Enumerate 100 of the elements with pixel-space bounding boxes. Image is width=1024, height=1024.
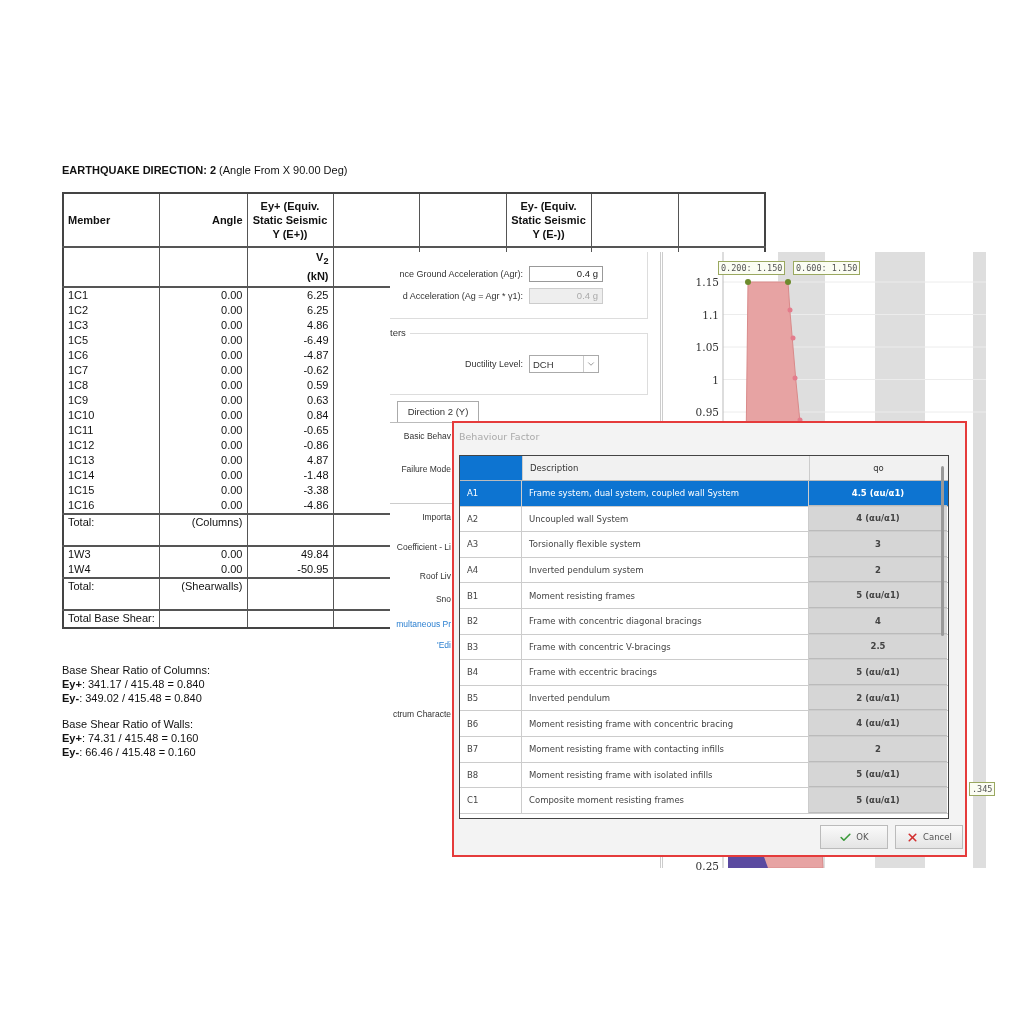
base-shear-label: Total Base Shear: bbox=[68, 612, 155, 624]
field-label: Ductility Level: bbox=[463, 358, 523, 370]
qo-cell: 2 (αu/α1) bbox=[856, 692, 900, 703]
code-cell: A2 bbox=[467, 513, 479, 524]
data-point bbox=[792, 375, 798, 381]
member-cell: 1W3 bbox=[68, 548, 91, 560]
grid-row[interactable]: B8 Moment resisting frame with isolated infills 5 (αu/α1) bbox=[460, 762, 948, 789]
angle-cell: 0.00 bbox=[221, 454, 243, 466]
shear-cell: 4.87 bbox=[307, 454, 329, 466]
qo-cell: 5 (αu/α1) bbox=[856, 666, 900, 677]
data-point bbox=[790, 335, 796, 341]
grid-row[interactable]: B3 Frame with concentric V-bracings 2.5 bbox=[460, 634, 948, 661]
field-label: Basic Behav bbox=[402, 430, 451, 443]
code-cell: B7 bbox=[467, 744, 479, 755]
input-field[interactable]: 0.4 g bbox=[529, 266, 603, 282]
field-label: ctrum Characte bbox=[391, 708, 451, 721]
group-label: ters bbox=[390, 327, 410, 338]
column-header: Ey- (Equiv. Static Seismic Y (E-)) bbox=[506, 193, 591, 247]
qo-cell: 5 (αu/α1) bbox=[856, 794, 900, 805]
member-cell: 1C16 bbox=[68, 499, 95, 511]
point-label: .345 bbox=[969, 782, 996, 796]
grid-row[interactable]: B6 Moment resisting frame with concentric bracing 4 (αu/α1) bbox=[460, 711, 948, 737]
axis-tick-label: 1.05 bbox=[695, 341, 719, 353]
ductility-dropdown[interactable]: DCH bbox=[529, 355, 599, 373]
description-cell: Moment resisting frame with concentric bracing bbox=[529, 718, 734, 729]
grid-row[interactable]: B4 Frame with eccentric bracings 5 (αu/α1) bbox=[460, 660, 948, 686]
description-cell: Uncoupled wall System bbox=[529, 513, 629, 524]
shear-cell: 49.84 bbox=[300, 548, 329, 560]
shear-cell: 6.25 bbox=[307, 289, 329, 301]
shear-cell: -4.86 bbox=[303, 499, 329, 511]
grid-row[interactable]: A2 Uncoupled wall System 4 (αu/α1) bbox=[460, 506, 948, 533]
code-cell: A1 bbox=[467, 488, 479, 499]
qo-cell: 3 bbox=[875, 539, 881, 549]
link[interactable]: multaneous Pr bbox=[390, 610, 451, 638]
code-cell: B6 bbox=[467, 718, 479, 729]
angle-cell: 0.00 bbox=[221, 548, 243, 560]
column-header: Description bbox=[522, 456, 809, 480]
scrollbar[interactable] bbox=[941, 466, 944, 636]
axis-tick-label: 0.25 bbox=[695, 860, 719, 872]
qo-cell: 4 bbox=[875, 615, 881, 626]
angle-cell: 0.00 bbox=[221, 439, 243, 451]
grid-row[interactable]: A1 Frame system, dual system, coupled wall System 4.5 (αu/α1) bbox=[460, 481, 948, 507]
grid-row[interactable]: B7 Moment resisting frame with contacting infills 2 bbox=[460, 736, 948, 763]
shear-cell: 6.25 bbox=[307, 304, 329, 316]
total-note: (Shearwalls) bbox=[181, 580, 243, 592]
member-cell: 1W4 bbox=[68, 563, 91, 575]
grid-row[interactable]: A3 Torsionally flexible system 3 bbox=[460, 532, 948, 558]
member-cell: 1C12 bbox=[68, 439, 95, 451]
angle-cell: 0.00 bbox=[221, 409, 243, 421]
axis-tick-label: 1.1 bbox=[702, 308, 719, 321]
ok-button[interactable]: OK bbox=[820, 825, 888, 849]
qo-cell: 5 (αu/α1) bbox=[856, 769, 900, 780]
field-label: Sno bbox=[434, 593, 451, 606]
shear-cell: 0.63 bbox=[307, 394, 329, 406]
description-cell: Inverted pendulum bbox=[529, 693, 611, 704]
shear-cell: -6.49 bbox=[303, 334, 329, 346]
grid-row[interactable]: A4 Inverted pendulum system 2 bbox=[460, 557, 948, 584]
grid-row[interactable]: C1 Composite moment resisting frames 5 (αu/α1) bbox=[460, 788, 948, 814]
member-cell: 1C14 bbox=[68, 469, 95, 481]
field-label: Failure Mode bbox=[400, 463, 451, 476]
code-cell: B2 bbox=[467, 616, 479, 627]
description-cell: Torsionally flexible system bbox=[529, 539, 641, 550]
member-cell: 1C7 bbox=[68, 364, 89, 376]
link[interactable]: 'Edi bbox=[390, 638, 451, 652]
qo-cell: 4.5 (αu/α1) bbox=[851, 487, 905, 498]
cancel-button[interactable]: Cancel bbox=[895, 825, 963, 849]
shear-cell: 0.59 bbox=[307, 379, 329, 391]
grid-row[interactable]: B5 Inverted pendulum 2 (αu/α1) bbox=[460, 685, 948, 712]
code-cell: A4 bbox=[467, 565, 479, 576]
chevron-down-icon bbox=[586, 359, 596, 369]
shear-cell: -0.65 bbox=[303, 424, 329, 436]
qo-cell: 5 (αu/α1) bbox=[856, 590, 900, 601]
axis-tick-label: 1 bbox=[712, 373, 719, 386]
angle-cell: 0.00 bbox=[221, 394, 243, 406]
field-label: Importa bbox=[421, 511, 451, 524]
description-cell: Frame with concentric diagonal bracings bbox=[529, 616, 702, 627]
dialog-title: Behaviour Factor bbox=[458, 430, 541, 444]
angle-cell: 0.00 bbox=[221, 334, 243, 346]
grid-row[interactable]: B1 Moment resisting frames 5 (αu/α1) bbox=[460, 583, 948, 609]
member-cell: 1C6 bbox=[68, 349, 89, 361]
qo-cell: 2 bbox=[875, 564, 881, 575]
code-cell: B3 bbox=[467, 641, 479, 652]
qo-cell: 2.5 bbox=[870, 641, 886, 652]
angle-cell: 0.00 bbox=[221, 484, 243, 496]
angle-cell: 0.00 bbox=[221, 499, 243, 511]
qo-cell: 4 (αu/α1) bbox=[856, 718, 900, 729]
report-title: EARTHQUAKE DIRECTION: 2 (Angle From X 90.00 Deg) bbox=[62, 163, 349, 178]
data-point bbox=[787, 307, 793, 313]
column-header: Member bbox=[63, 193, 159, 247]
shear-cell: -0.86 bbox=[303, 439, 329, 451]
code-cell: B5 bbox=[467, 693, 479, 704]
shear-cell: -3.38 bbox=[303, 484, 329, 496]
code-cell: B1 bbox=[467, 590, 479, 601]
description-cell: Moment resisting frames bbox=[529, 590, 636, 601]
grid-row[interactable]: B2 Frame with concentric diagonal bracings 4 bbox=[460, 608, 948, 635]
angle-cell: 0.00 bbox=[221, 424, 243, 436]
unit-label: V$_{2}$ (kN) bbox=[307, 250, 329, 283]
member-cell: 1C10 bbox=[68, 409, 95, 421]
point-label: 0.200: 1.150 bbox=[718, 261, 786, 275]
code-cell: B8 bbox=[467, 769, 479, 780]
